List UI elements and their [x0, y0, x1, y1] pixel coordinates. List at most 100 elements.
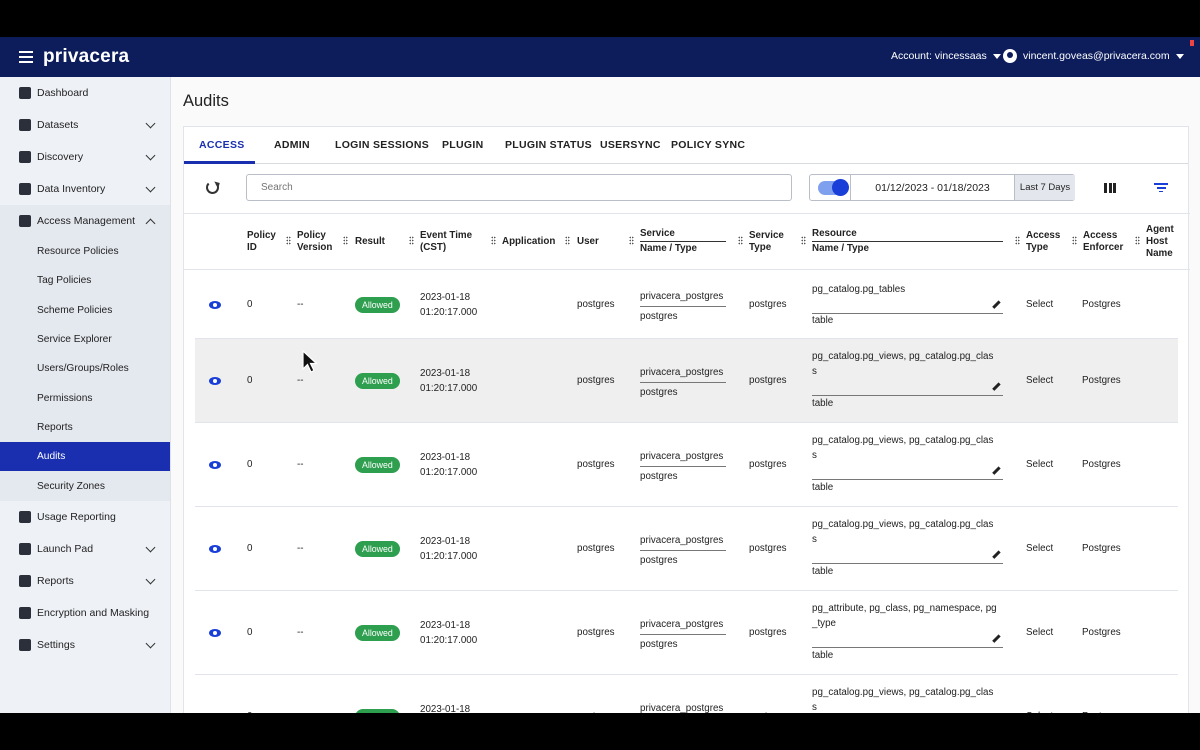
access-enforcer-cell: Postgres	[1082, 299, 1121, 310]
chevron-down-icon[interactable]	[145, 574, 156, 585]
policy-id-cell: 0	[247, 459, 253, 470]
drag-handle-icon[interactable]	[343, 236, 348, 245]
view-details-icon[interactable]	[209, 545, 221, 553]
account-circle-icon	[1003, 49, 1017, 63]
event-date-cell: 2023-01-18	[420, 536, 471, 547]
view-details-icon[interactable]	[209, 629, 221, 637]
user-email: vincent.goveas@privacera.com	[1023, 50, 1170, 62]
edit-icon[interactable]	[992, 301, 1000, 309]
sidebar-item-discovery[interactable]: Discovery	[0, 141, 170, 173]
tab-policy-sync[interactable]: POLICY SYNC	[671, 139, 745, 151]
sidebar-item-label: Access Management	[37, 215, 136, 227]
col-result[interactable]: Result	[355, 236, 385, 248]
account-selector[interactable]: Account: vincessaas	[891, 50, 1001, 62]
sidebar-item-settings[interactable]: Settings	[0, 629, 170, 661]
resource-name-line2: s	[812, 450, 817, 461]
privacera-logo: privacera	[43, 46, 130, 67]
sidebar-subitem-security-zones[interactable]: Security Zones	[0, 471, 170, 501]
drag-handle-icon[interactable]	[801, 236, 806, 245]
table-row[interactable]: 0--Allowed2023-01-1801:20:17.000postgres…	[195, 423, 1178, 507]
date-filter-toggle[interactable]	[818, 178, 849, 196]
service-cell: privacera_postgrespostgres	[640, 701, 726, 713]
col-application[interactable]: Application	[502, 236, 555, 248]
edit-icon[interactable]	[992, 467, 1000, 475]
sidebar-subitem-permissions[interactable]: Permissions	[0, 383, 170, 413]
chevron-down-icon	[992, 53, 1001, 59]
user-menu[interactable]: vincent.goveas@privacera.com	[1003, 49, 1184, 63]
col-resource[interactable]: Resource Name / Type	[812, 228, 1003, 255]
drag-handle-icon[interactable]	[491, 236, 496, 245]
sidebar-item-launch-pad[interactable]: Launch Pad	[0, 533, 170, 565]
event-date-cell: 2023-01-18	[420, 704, 471, 713]
tab-access[interactable]: ACCESS	[199, 139, 245, 151]
chevron-down-icon[interactable]	[145, 182, 156, 193]
col-access-enforcer[interactable]: Access Enforcer	[1083, 230, 1123, 254]
tab-usersync[interactable]: USERSYNC	[600, 139, 661, 151]
chevron-down-icon[interactable]	[145, 638, 156, 649]
col-event-time[interactable]: Event Time (CST)	[420, 230, 472, 254]
date-preset-button[interactable]: Last 7 Days	[1014, 175, 1075, 200]
view-details-icon[interactable]	[209, 301, 221, 309]
sidebar-subitem-reports[interactable]: Reports	[0, 412, 170, 443]
status-badge: Allowed	[355, 373, 400, 389]
search-input[interactable]	[246, 174, 792, 201]
tab-plugin[interactable]: PLUGIN	[442, 139, 483, 151]
sidebar-subitem-users-groups-roles[interactable]: Users/Groups/Roles	[0, 354, 170, 384]
tab-admin[interactable]: ADMIN	[274, 139, 310, 151]
app-window: privacera Account: vincessaas vincent.go…	[0, 37, 1200, 713]
hamburger-menu-icon[interactable]	[19, 51, 33, 63]
edit-icon[interactable]	[992, 551, 1000, 559]
table-row[interactable]: 0--Allowed2023-01-1801:20:17.000postgres…	[195, 675, 1178, 713]
sidebar-item-datasets[interactable]: Datasets	[0, 109, 170, 141]
refresh-icon[interactable]	[206, 181, 219, 194]
filter-icon[interactable]	[1154, 183, 1168, 193]
edit-icon[interactable]	[992, 635, 1000, 643]
table-row[interactable]: 0--Allowed2023-01-1801:20:17.000postgres…	[195, 270, 1178, 339]
table-row[interactable]: 0--Allowed2023-01-1801:20:17.000postgres…	[195, 507, 1178, 591]
service-subtype: postgres	[640, 387, 678, 398]
drag-handle-icon[interactable]	[629, 236, 634, 245]
sidebar-subitem-scheme-policies[interactable]: Scheme Policies	[0, 295, 170, 325]
sidebar-item-dashboard[interactable]: Dashboard	[0, 77, 170, 109]
sidebar-item-encryption-and-masking[interactable]: Encryption and Masking	[0, 597, 170, 629]
col-service[interactable]: Service Name / Type	[640, 228, 726, 255]
sidebar-item-access-management[interactable]: Access Management	[0, 205, 170, 237]
sidebar-subitem-service-explorer[interactable]: Service Explorer	[0, 324, 170, 355]
tab-login-sessions[interactable]: LOGIN SESSIONS	[335, 139, 429, 151]
drag-handle-icon[interactable]	[1072, 236, 1077, 245]
sidebar-item-reports[interactable]: Reports	[0, 565, 170, 597]
sidebar-item-usage-reporting[interactable]: Usage Reporting	[0, 501, 170, 533]
sidebar-subitem-resource-policies[interactable]: Resource Policies	[0, 237, 170, 267]
chevron-down-icon[interactable]	[145, 150, 156, 161]
view-details-icon[interactable]	[209, 377, 221, 385]
col-policy-id[interactable]: Policy ID	[247, 230, 276, 254]
chevron-down-icon[interactable]	[145, 118, 156, 129]
drag-handle-icon[interactable]	[409, 236, 414, 245]
table-row[interactable]: 0--Allowed2023-01-1801:20:17.000postgres…	[195, 591, 1178, 675]
service-type-cell: postgres	[749, 375, 787, 386]
edit-icon[interactable]	[992, 383, 1000, 391]
drag-handle-icon[interactable]	[286, 236, 291, 245]
top-header: privacera Account: vincessaas vincent.go…	[0, 37, 1200, 77]
view-details-icon[interactable]	[209, 461, 221, 469]
drag-handle-icon[interactable]	[565, 236, 570, 245]
col-service-type[interactable]: Service Type	[749, 230, 784, 254]
table-row[interactable]: 0--Allowed2023-01-1801:20:17.000postgres…	[195, 339, 1178, 423]
col-user[interactable]: User	[577, 236, 599, 248]
access-type-cell: Select	[1026, 627, 1054, 638]
col-agent-host-name[interactable]: Agent Host Name	[1146, 224, 1174, 260]
col-access-type[interactable]: Access Type	[1026, 230, 1060, 254]
sidebar-subitem-audits[interactable]: Audits	[0, 442, 170, 472]
sidebar-subitem-tag-policies[interactable]: Tag Policies	[0, 266, 170, 296]
chevron-up-icon[interactable]	[145, 218, 156, 229]
tab-plugin-status[interactable]: PLUGIN STATUS	[505, 139, 592, 151]
sidebar-item-data-inventory[interactable]: Data Inventory	[0, 173, 170, 205]
col-policy-version[interactable]: Policy Version	[297, 230, 332, 254]
date-range-input[interactable]: 01/12/2023 - 01/18/2023	[850, 175, 1014, 200]
columns-icon[interactable]	[1104, 183, 1116, 193]
drag-handle-icon[interactable]	[1135, 236, 1140, 245]
chevron-down-icon[interactable]	[145, 542, 156, 553]
drag-handle-icon[interactable]	[1015, 236, 1020, 245]
drag-handle-icon[interactable]	[738, 236, 743, 245]
divider	[812, 313, 1003, 314]
